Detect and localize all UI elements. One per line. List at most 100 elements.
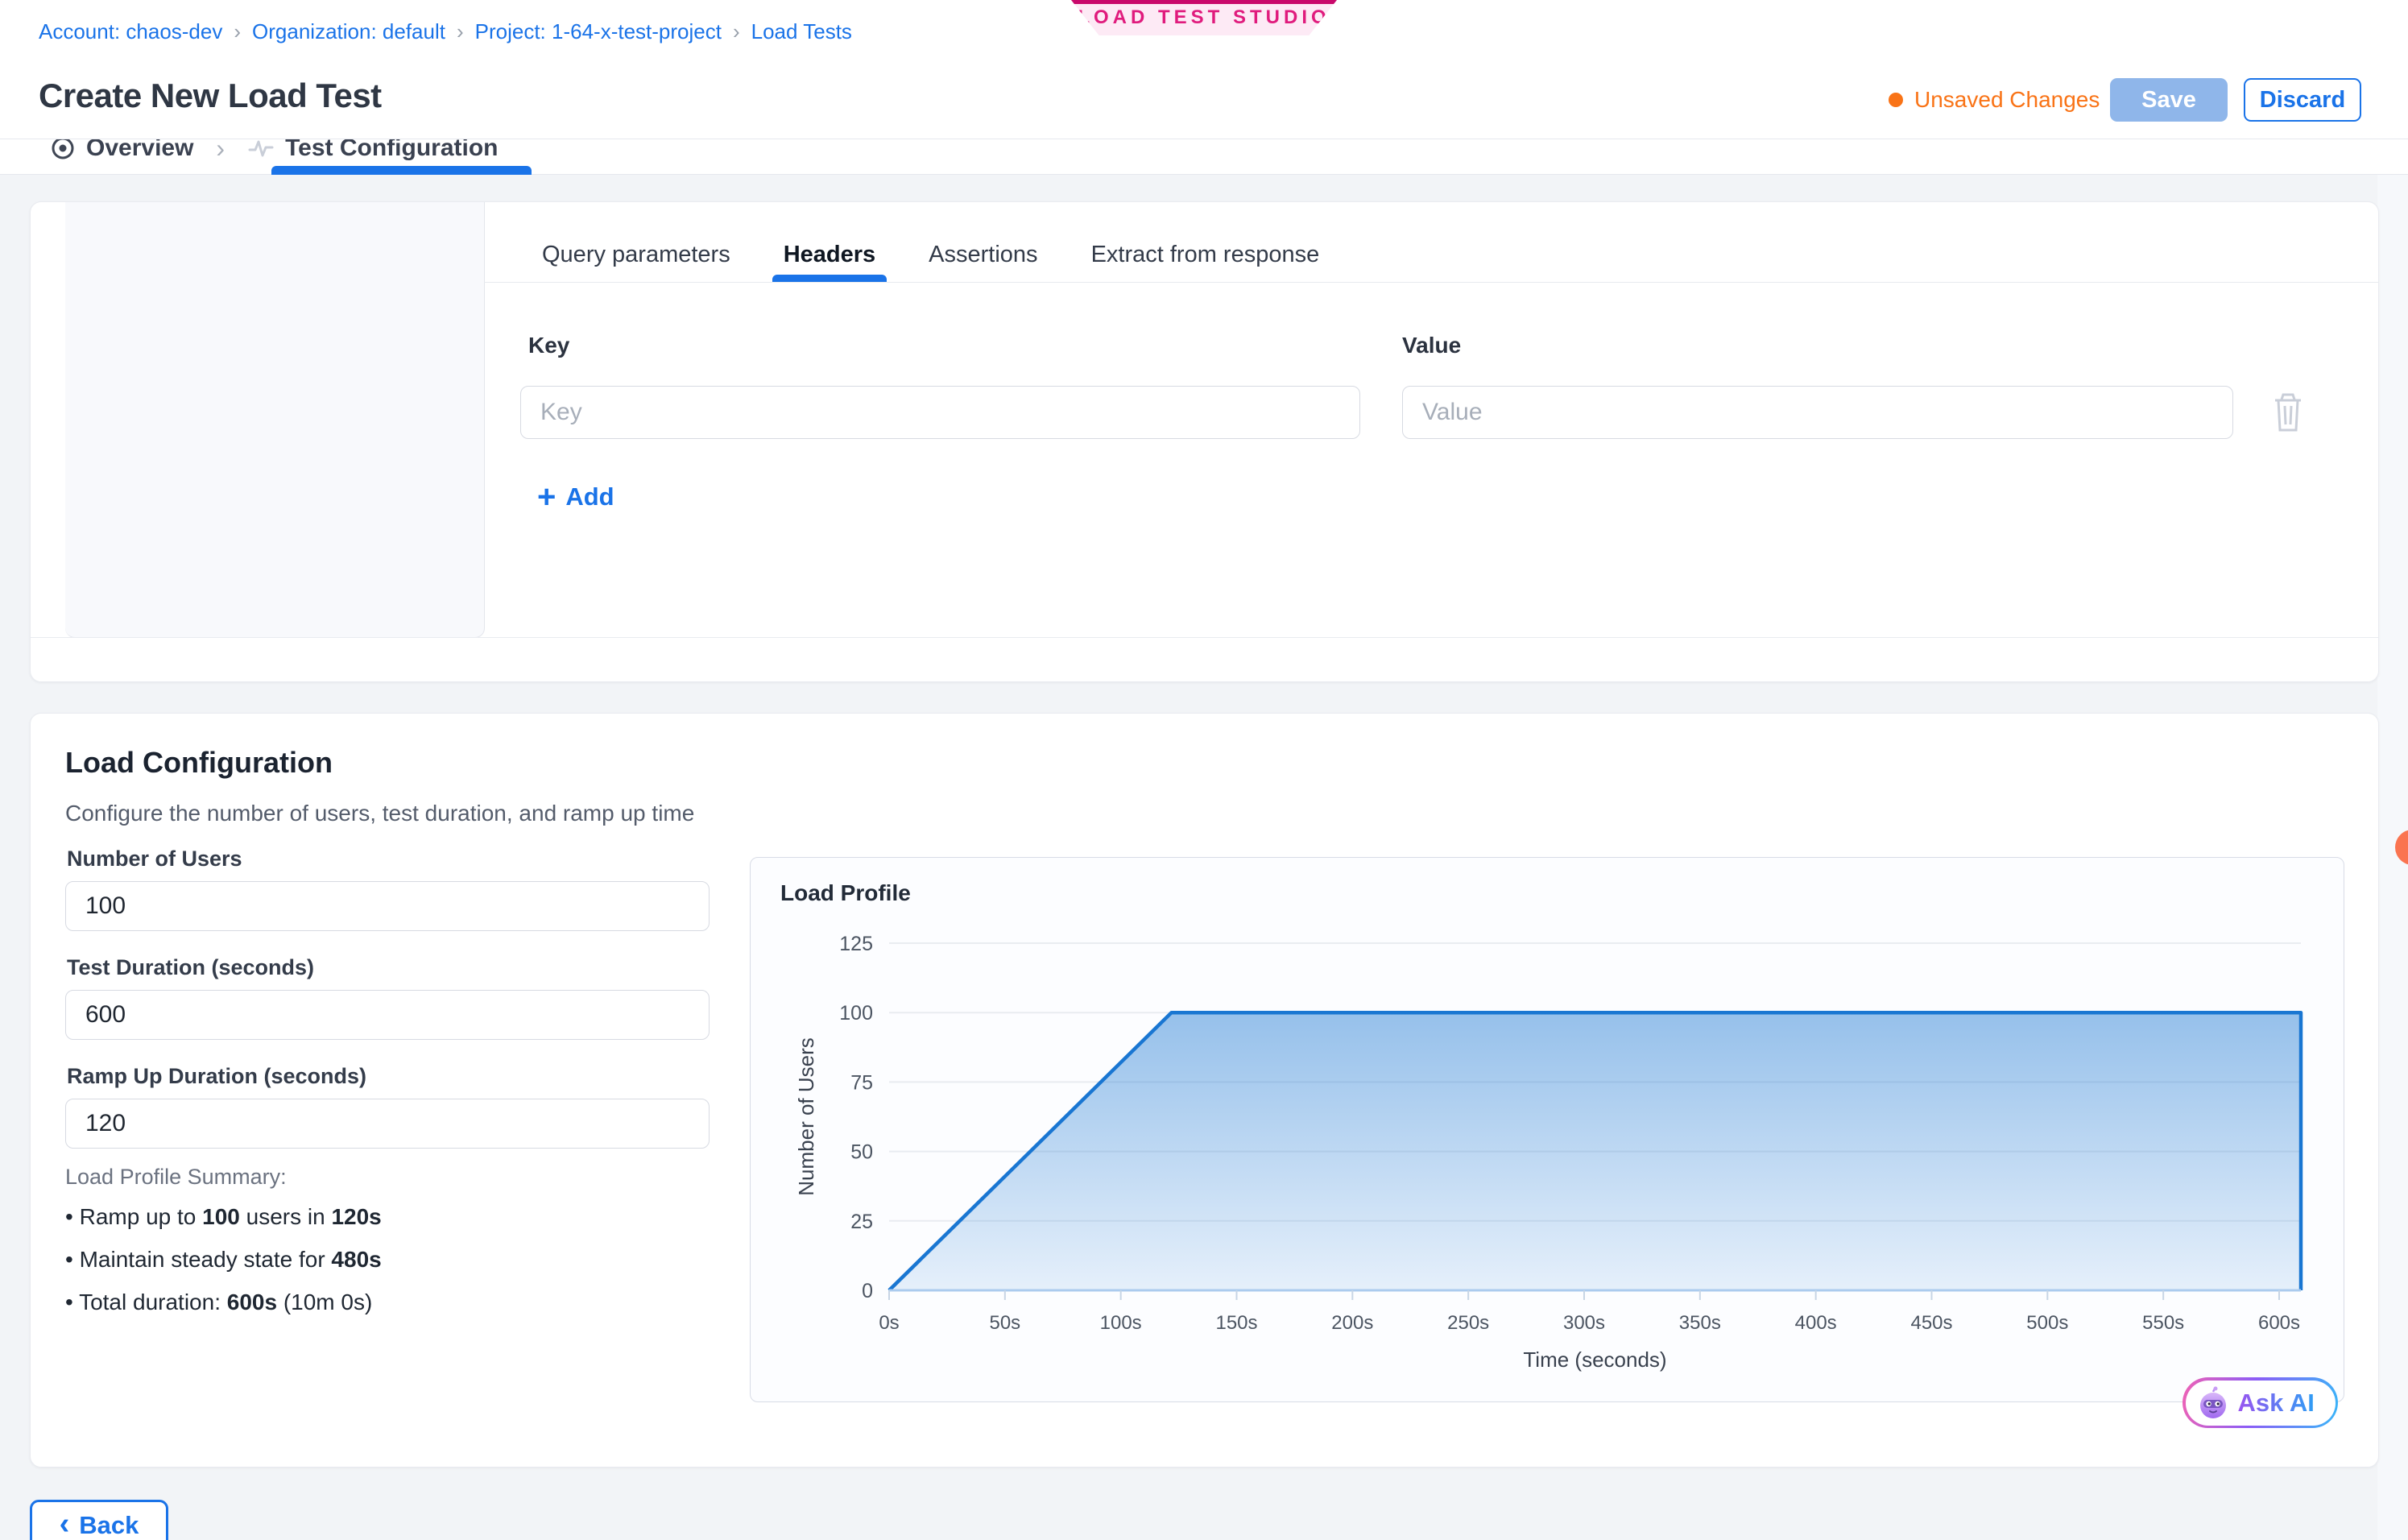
- back-label: Back: [79, 1511, 139, 1540]
- summary-text: 120s: [331, 1204, 381, 1229]
- overview-target-icon: [50, 139, 76, 161]
- chart-y-tick-label: 75: [850, 1071, 873, 1094]
- test-duration-input[interactable]: [65, 990, 710, 1040]
- plus-icon: +: [537, 481, 556, 513]
- chart-y-tick-label: 0: [862, 1280, 873, 1302]
- chart-x-tick-label: 500s: [2026, 1312, 2068, 1334]
- ask-ai-label: Ask AI: [2238, 1389, 2315, 1418]
- summary-text: 600s: [227, 1290, 277, 1314]
- step-overview-label: Overview: [86, 139, 193, 162]
- ramp-up-duration-label: Ramp Up Duration (seconds): [67, 1064, 710, 1089]
- header-value-input[interactable]: [1402, 386, 2233, 439]
- breadcrumb-separator-icon: ›: [234, 19, 241, 44]
- chart-x-tick-label: 550s: [2142, 1312, 2184, 1334]
- chart-x-tick-label: 0s: [879, 1312, 899, 1334]
- tab-query-parameters[interactable]: Query parameters: [542, 242, 730, 282]
- unsaved-changes-label: Unsaved Changes: [1914, 87, 2100, 113]
- tab-extract-from-response[interactable]: Extract from response: [1091, 242, 1320, 282]
- back-button[interactable]: ‹ Back: [30, 1500, 168, 1540]
- summary-item: • Total duration: 600s (10m 0s): [65, 1286, 726, 1319]
- chart-x-tick-label: 400s: [1795, 1312, 1837, 1334]
- number-of-users-input[interactable]: [65, 881, 710, 931]
- chart-x-tick-label: 450s: [1910, 1312, 1952, 1334]
- load-profile-summary: Load Profile Summary: • Ramp up to 100 u…: [65, 1165, 726, 1329]
- ramp-up-duration-input[interactable]: [65, 1099, 710, 1149]
- add-label: Add: [565, 482, 614, 511]
- chart-x-tick-label: 150s: [1215, 1312, 1257, 1334]
- wizard-steps: Overview › Test Configuration: [0, 139, 2408, 175]
- breadcrumb-link[interactable]: Organization: default: [252, 19, 445, 44]
- value-column-label: Value: [1402, 333, 1461, 358]
- request-tabs: Query parameters Headers Assertions Extract…: [484, 202, 2378, 283]
- load-configuration-title: Load Configuration: [65, 746, 333, 780]
- chart-x-tick-label: 350s: [1679, 1312, 1721, 1334]
- summary-list: • Ramp up to 100 users in 120s• Maintain…: [65, 1201, 726, 1319]
- step-separator-chevron-icon: ›: [216, 139, 225, 164]
- breadcrumb: Account: chaos-dev › Organization: default…: [39, 19, 852, 44]
- bullet-icon: •: [65, 1204, 80, 1229]
- chart-x-tick-label: 200s: [1331, 1312, 1373, 1334]
- load-configuration-subtitle: Configure the number of users, test dura…: [65, 801, 694, 826]
- bullet-icon: •: [65, 1290, 79, 1314]
- test-duration-label: Test Duration (seconds): [67, 955, 710, 980]
- step-overview[interactable]: Overview: [50, 139, 193, 162]
- summary-text: Ramp up to: [80, 1204, 203, 1229]
- badge-label: LOAD TEST STUDIO: [1078, 6, 1330, 29]
- tab-assertions[interactable]: Assertions: [929, 242, 1037, 282]
- chart-x-tick-label: 300s: [1563, 1312, 1605, 1334]
- breadcrumb-link[interactable]: Account: chaos-dev: [39, 19, 222, 44]
- chart-x-tick-label: 50s: [989, 1312, 1020, 1334]
- summary-item: • Ramp up to 100 users in 120s: [65, 1201, 726, 1233]
- summary-title: Load Profile Summary:: [65, 1165, 726, 1190]
- summary-text: (10m 0s): [277, 1290, 372, 1314]
- summary-text: 480s: [331, 1247, 381, 1272]
- load-configuration-fields: Number of Users Test Duration (seconds) Ra…: [65, 847, 710, 1173]
- chart-x-tick-label: 100s: [1100, 1312, 1142, 1334]
- add-row-button[interactable]: + Add: [532, 480, 619, 514]
- breadcrumb-link[interactable]: Load Tests: [751, 19, 852, 44]
- step-test-configuration-label: Test Configuration: [285, 139, 498, 162]
- load-profile-chart-card: 0 25 50 75 100 125 0s 50s 100s 150s 200s 250s 300s 35…: [750, 857, 2344, 1402]
- request-config-card: Query parameters Headers Assertions Extract…: [30, 201, 2379, 682]
- chart-y-tick-label: 50: [850, 1141, 873, 1164]
- summary-text: Total duration:: [79, 1290, 227, 1314]
- discard-button[interactable]: Discard: [2244, 78, 2361, 122]
- load-configuration-card: Load Configuration Configure the number …: [30, 713, 2379, 1468]
- chart-holder: 0 25 50 75 100 125 0s 50s 100s 150s 200s 250s 300s 35…: [751, 858, 2343, 1405]
- request-config-content: Query parameters Headers Assertions Extract…: [484, 202, 2378, 637]
- tab-headers[interactable]: Headers: [784, 242, 875, 282]
- breadcrumb-link[interactable]: Project: 1-64-x-test-project: [475, 19, 722, 44]
- chart-y-axis-title: Number of Users: [794, 1037, 818, 1196]
- ai-mascot-icon: [2196, 1386, 2230, 1420]
- chart-y-tick-label: 100: [839, 1002, 873, 1025]
- load-test-studio-badge: LOAD TEST STUDIO: [1071, 0, 1337, 35]
- page-title: Create New Load Test: [39, 77, 382, 115]
- active-step-underline: [271, 166, 532, 175]
- summary-item: • Maintain steady state for 480s: [65, 1244, 726, 1276]
- breadcrumb-separator-icon: ›: [733, 19, 740, 44]
- summary-text: Maintain steady state for: [80, 1247, 332, 1272]
- chart-title: Load Profile: [780, 880, 911, 906]
- summary-text: 100: [202, 1204, 240, 1229]
- unsaved-changes-status: Unsaved Changes: [1889, 87, 2100, 113]
- request-side-panel: [65, 202, 485, 638]
- load-test-studio-screen: Account: chaos-dev › Organization: default…: [0, 0, 2408, 1540]
- bullet-icon: •: [65, 1247, 80, 1272]
- summary-text: users in: [240, 1204, 332, 1229]
- back-chevron-icon: ‹: [60, 1509, 70, 1539]
- unsaved-dot-icon: [1889, 93, 1903, 107]
- header-key-input[interactable]: [520, 386, 1360, 439]
- chart-x-tick-label: 250s: [1447, 1312, 1489, 1334]
- save-button[interactable]: Save: [2110, 78, 2228, 122]
- load-profile-chart: 0 25 50 75 100 125 0s 50s 100s 150s 200s 250s 300s 35…: [751, 858, 2343, 1401]
- card-footer-divider: [31, 637, 2378, 638]
- ask-ai-button[interactable]: Ask AI: [2183, 1377, 2338, 1428]
- chart-y-tick-label: 125: [839, 933, 873, 955]
- number-of-users-label: Number of Users: [67, 847, 710, 871]
- delete-row-button[interactable]: [2270, 391, 2306, 433]
- activity-icon: [247, 139, 275, 161]
- step-test-configuration[interactable]: Test Configuration: [247, 139, 498, 162]
- chart-area: [889, 1012, 2301, 1290]
- trash-icon: [2270, 391, 2306, 433]
- chart-y-tick-label: 25: [850, 1211, 873, 1233]
